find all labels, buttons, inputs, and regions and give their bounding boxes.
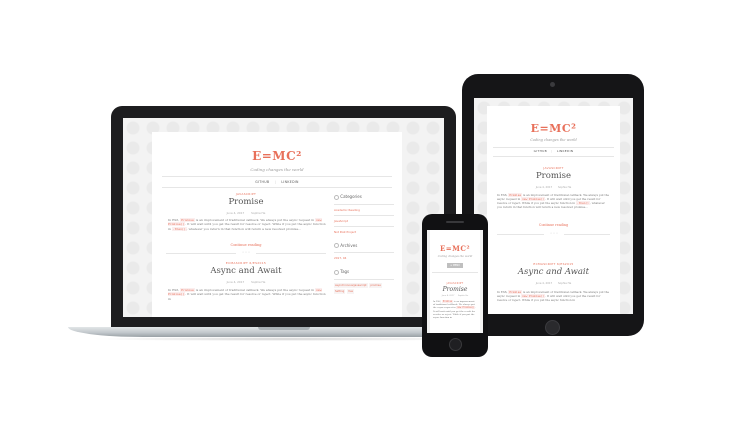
post-date: June 4, 2017 — [226, 211, 245, 215]
speaker-icon — [446, 221, 464, 223]
post-meta: June 4, 2017 Sophie He — [166, 280, 326, 284]
post-category[interactable]: JAVASCRIPT — [487, 166, 620, 170]
archive-link[interactable]: 2017, 04 — [334, 256, 394, 260]
post-excerpt: In ES6, Promise is an improvement of tra… — [168, 218, 326, 231]
site-title[interactable]: E=MC² — [152, 149, 402, 163]
laptop-page: E=MC² Coding changes the world GITHUB | … — [152, 132, 402, 317]
home-button-icon[interactable] — [449, 338, 462, 351]
site-title[interactable]: E=MC² — [487, 122, 620, 135]
post-excerpt: In ES6, Promise is an improvement of tra… — [168, 288, 326, 301]
header-divider — [432, 272, 478, 273]
nav-item-github[interactable]: GITHUB — [255, 180, 269, 184]
tag-cloud: asynchronous/javascript promise Setting … — [334, 282, 394, 295]
laptop-screen: E=MC² Coding changes the world GITHUB | … — [123, 118, 444, 317]
continue-reading-link[interactable]: Continue reading — [487, 223, 620, 227]
archive-icon — [334, 243, 339, 248]
category-link[interactable]: Not Post Project — [334, 230, 394, 234]
post-excerpt: In ES6, Promise is an improvement of tra… — [433, 300, 477, 319]
post-meta: June 4, 2017 Sophie He — [166, 211, 326, 215]
post-category[interactable]: ECMASCRIPT 6/ES2015 — [487, 262, 620, 266]
tablet-screen: E=MC² Coding changes the world GITHUB | … — [474, 98, 633, 314]
post-title[interactable]: Promise — [166, 197, 326, 207]
header-divider — [162, 176, 392, 177]
post-category[interactable]: JAVASCRIPT — [166, 192, 326, 196]
post-meta: June 4, 2017 Sophie He — [487, 282, 620, 285]
post-author[interactable]: Sophie He — [558, 282, 571, 285]
post-date: June 4, 2017 — [535, 282, 553, 285]
post-author[interactable]: Sophie He — [458, 295, 468, 297]
nav-item-linkedin[interactable]: LINKEDIN — [557, 149, 574, 153]
post-excerpt: In ES6, Promise is an improvement of tra… — [497, 290, 610, 303]
inline-code: .then() — [171, 226, 187, 231]
phone-page: E=MC² Coding changes the world ≡ MENU JA… — [430, 230, 480, 333]
nav-item-linkedin[interactable]: LINKEDIN — [281, 180, 298, 184]
main-nav: GITHUB | LINKEDIN — [487, 149, 620, 153]
site-tagline: Coding changes the world — [250, 167, 304, 172]
tablet-page: E=MC² Coding changes the world GITHUB | … — [487, 106, 620, 314]
menu-button[interactable]: ≡ MENU — [447, 263, 463, 268]
post-meta: June 4, 2017 Sophie He — [487, 186, 620, 189]
site-title[interactable]: E=MC² — [430, 244, 480, 253]
home-button-icon[interactable] — [545, 320, 560, 335]
post-category[interactable]: ECMASCRIPT 6/ES2015 — [166, 261, 326, 265]
post-title[interactable]: Async and Await — [487, 267, 620, 277]
tag-link[interactable]: Vue — [347, 288, 354, 294]
categories-widget-title: Categories — [334, 194, 394, 200]
sidebar: Categories Academic Reading JavaScript N… — [334, 194, 394, 295]
tag-icon — [334, 269, 339, 275]
folder-icon — [334, 194, 339, 200]
post-meta: June 4, 2017 Sophie He — [430, 295, 480, 297]
tags-widget-title: Tags — [334, 269, 394, 275]
site-tagline: Coding changes the world — [530, 138, 577, 142]
post-title[interactable]: Promise — [487, 171, 620, 181]
main-nav: GITHUB | LINKEDIN — [152, 180, 402, 184]
post-date: June 4, 2017 — [441, 295, 455, 297]
category-link[interactable]: JavaScript — [334, 219, 394, 223]
site-tagline: Coding changes the world — [437, 255, 473, 258]
post-title[interactable]: Promise — [430, 286, 480, 293]
post-title[interactable]: Async and Await — [166, 266, 326, 276]
nav-divider — [162, 187, 392, 188]
phone-screen: E=MC² Coding changes the world ≡ MENU JA… — [427, 230, 483, 333]
nav-separator: | — [551, 149, 553, 153]
tag-link[interactable]: Setting — [334, 288, 346, 294]
divider-ornament-icon: ◦◦◦ — [544, 231, 564, 237]
nav-separator: | — [274, 180, 277, 184]
post-category[interactable]: JAVASCRIPT — [430, 282, 480, 285]
tag-link[interactable]: asynchronous/javascript — [334, 282, 368, 288]
header-divider — [493, 147, 614, 148]
category-link[interactable]: Academic Reading — [334, 208, 394, 212]
nav-item-github[interactable]: GITHUB — [534, 149, 547, 153]
divider-ornament-icon: ◦◦◦ — [236, 250, 256, 256]
laptop-notch — [258, 327, 310, 330]
post-excerpt: In ES6, Promise is an improvement of tra… — [497, 193, 610, 210]
post-date: June 4, 2017 — [535, 186, 553, 189]
post-date: June 4, 2017 — [226, 280, 245, 284]
post-author[interactable]: Sophie He — [558, 186, 571, 189]
widget-divider — [334, 203, 394, 205]
post-author[interactable]: Sophie He — [251, 211, 265, 215]
post-author[interactable]: Sophie He — [251, 280, 265, 284]
tag-link[interactable]: promise — [369, 282, 382, 288]
continue-reading-link[interactable]: Continue reading — [166, 243, 326, 247]
nav-divider — [493, 156, 614, 157]
camera-icon — [550, 82, 555, 87]
archives-widget-title: Archives — [334, 243, 394, 248]
